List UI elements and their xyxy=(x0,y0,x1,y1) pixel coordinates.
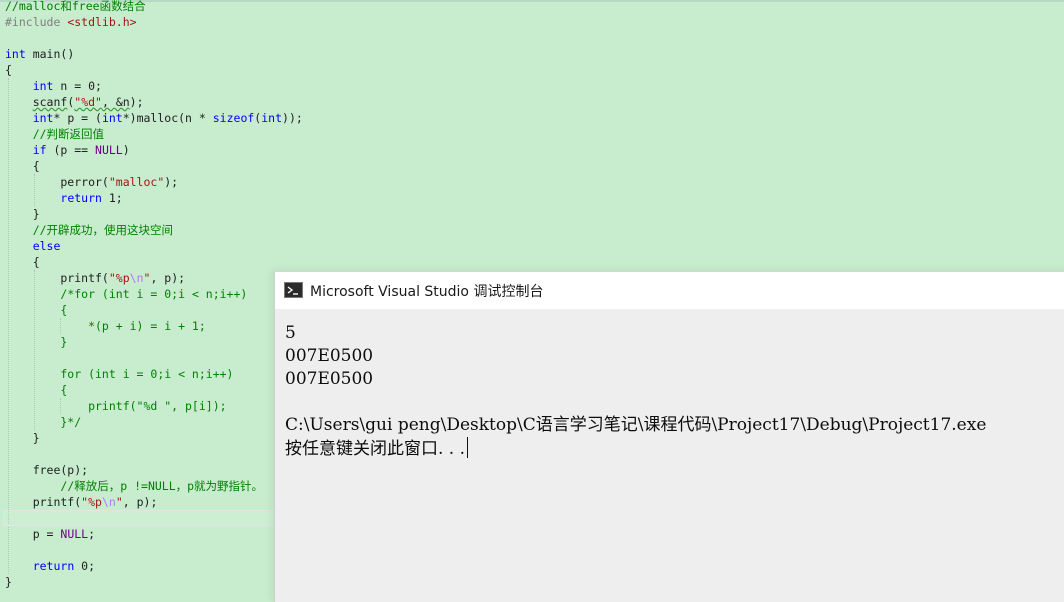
code-line: //开辟成功，使用这块空间 xyxy=(32,223,174,237)
code-line: //malloc和free函数结合 xyxy=(5,0,146,13)
code-line: *(p + i) = i + 1; xyxy=(5,319,206,333)
code-line: if (p == NULL) xyxy=(32,143,130,157)
code-line: { xyxy=(5,159,40,173)
text-cursor xyxy=(467,437,469,458)
console-titlebar[interactable]: Microsoft Visual Studio 调试控制台 xyxy=(275,272,1064,309)
code-lines: //malloc和free函数结合 #include <stdlib.h> in… xyxy=(5,0,303,590)
code-line: int n = 0; xyxy=(32,79,102,93)
console-title: Microsoft Visual Studio 调试控制台 xyxy=(310,284,544,300)
code-line: #include <stdlib.h> xyxy=(5,15,137,29)
code-line: int* p = (int*)malloc(n * sizeof(int)); xyxy=(32,111,303,125)
code-line: /*for (int i = 0;i < n;i++) xyxy=(60,287,248,301)
code-line: return 1; xyxy=(60,191,123,205)
code-line: else xyxy=(32,239,61,253)
code-line: perror("malloc"); xyxy=(5,175,179,189)
code-line: printf("%p\n", p); xyxy=(5,495,158,509)
console-prompt-line: 按任意键关闭此窗口. . . xyxy=(285,437,986,460)
code-line: return 0; xyxy=(32,559,96,573)
code-line: printf("%d ", p[i]); xyxy=(5,399,227,413)
console-line: C:\Users\gui peng\Desktop\C语言学习笔记\课程代码\P… xyxy=(285,415,987,435)
console-prompt-text: 按任意键关闭此窗口. . . xyxy=(285,439,466,459)
code-line: { xyxy=(5,255,40,269)
code-line: { xyxy=(5,383,68,397)
console-line: 007E0500 xyxy=(285,346,374,366)
code-line: free(p); xyxy=(5,463,89,477)
console-line: 5 xyxy=(285,323,296,343)
code-line: //释放后，p !=NULL，p就为野指针。 xyxy=(32,479,264,493)
code-line: { xyxy=(5,303,68,317)
code-line: for (int i = 0;i < n;i++) xyxy=(5,367,234,381)
code-line: p = NULL; xyxy=(5,527,96,541)
console-output[interactable]: 5 007E0500 007E0500 C:\Users\gui peng\De… xyxy=(285,322,986,460)
code-line: //判断返回值 xyxy=(32,127,105,141)
terminal-icon xyxy=(284,282,303,298)
code-line: } xyxy=(5,431,40,445)
console-line: 007E0500 xyxy=(285,369,374,389)
code-line: } xyxy=(5,575,12,589)
code-line: int main() xyxy=(5,47,75,61)
code-line: } xyxy=(5,335,68,349)
code-line: scanf("%d", &n); xyxy=(32,95,144,109)
code-line: printf("%p\n", p); xyxy=(5,271,186,285)
debug-console-window[interactable]: Microsoft Visual Studio 调试控制台 5 007E0500… xyxy=(274,271,1064,602)
code-line: { xyxy=(5,63,12,77)
code-line: } xyxy=(5,207,40,221)
code-line: }*/ xyxy=(5,415,82,429)
